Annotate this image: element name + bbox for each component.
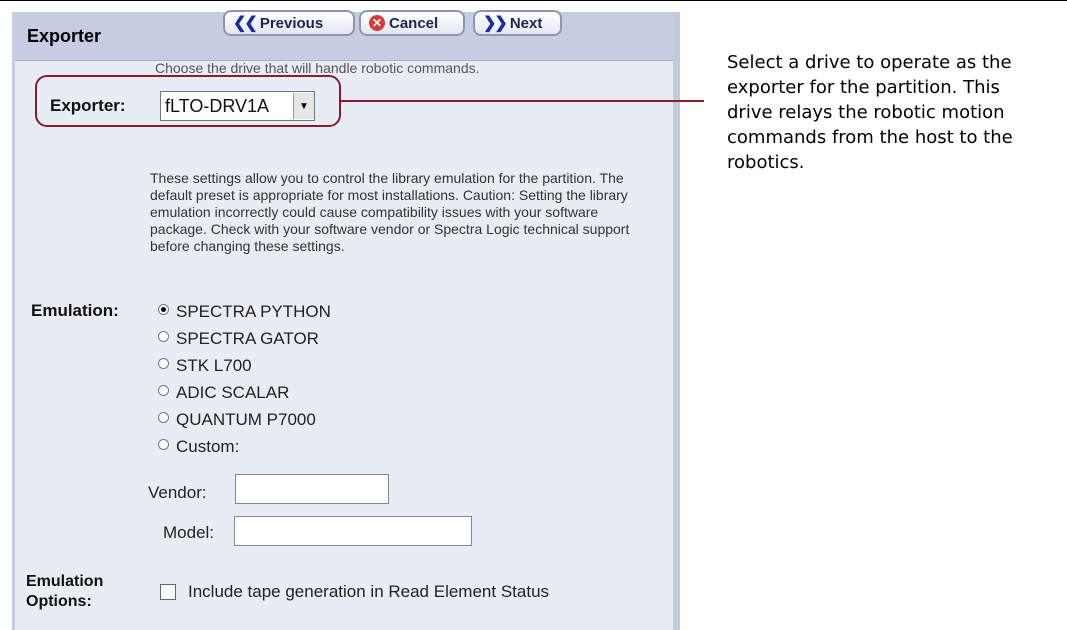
- emulation-options-label: Emulation Options:: [26, 572, 103, 612]
- radio-spectra-python[interactable]: SPECTRA PYTHON: [158, 302, 331, 322]
- panel-title: Exporter: [27, 26, 102, 46]
- radio-button[interactable]: [158, 438, 169, 450]
- vendor-input[interactable]: [235, 474, 389, 504]
- radio-custom[interactable]: Custom:: [158, 437, 239, 457]
- previous-button[interactable]: ❮❮ Previous: [223, 10, 355, 36]
- exporter-label: Exporter:: [50, 96, 126, 115]
- radio-button[interactable]: [158, 330, 169, 342]
- radio-button[interactable]: [158, 384, 169, 396]
- radio-label: ADIC SCALAR: [176, 383, 290, 402]
- model-label: Model:: [163, 523, 215, 542]
- double-chevron-left-icon: ❮❮: [233, 15, 258, 32]
- tape-generation-checkbox[interactable]: [160, 584, 176, 600]
- cancel-icon: ✕: [369, 15, 385, 31]
- callout-leader-line: [341, 100, 704, 102]
- double-chevron-right-icon: ❯❯: [483, 15, 508, 32]
- emulation-label: Emulation:: [31, 301, 119, 320]
- radio-stk-l700[interactable]: STK L700: [158, 356, 252, 376]
- radio-label: Custom:: [176, 437, 240, 456]
- radio-spectra-gator[interactable]: SPECTRA GATOR: [158, 329, 319, 349]
- exporter-hint: Choose the drive that will handle roboti…: [155, 60, 480, 76]
- top-rule: [0, 0, 1067, 1]
- tape-generation-checkbox-label: Include tape generation in Read Element …: [188, 582, 550, 601]
- model-input[interactable]: [234, 516, 472, 546]
- emulation-description: These settings allow you to control the …: [150, 170, 630, 254]
- next-button[interactable]: ❯❯ Next: [473, 10, 562, 36]
- emulation-options-label-line2: Options:: [26, 593, 92, 610]
- radio-adic-scalar[interactable]: ADIC SCALAR: [158, 383, 289, 403]
- exporter-select[interactable]: fLTO-DRV1A ▼: [160, 91, 315, 121]
- radio-button[interactable]: [158, 411, 169, 423]
- radio-label: SPECTRA PYTHON: [176, 302, 331, 321]
- radio-label: STK L700: [176, 356, 252, 375]
- emulation-options-label-line1: Emulation: [26, 573, 104, 590]
- next-button-label: Next: [509, 14, 543, 32]
- cancel-button[interactable]: ✕ Cancel: [359, 10, 465, 36]
- cancel-button-label: Cancel: [389, 14, 439, 32]
- callout-text: Select a drive to operate as the exporte…: [727, 52, 1013, 173]
- vendor-label: Vendor:: [148, 483, 207, 502]
- radio-button[interactable]: [158, 357, 169, 369]
- previous-button-label: Previous: [259, 14, 324, 32]
- chevron-down-icon[interactable]: ▼: [293, 93, 314, 119]
- radio-label: SPECTRA GATOR: [176, 329, 319, 348]
- radio-label: QUANTUM P7000: [176, 410, 316, 429]
- exporter-select-value: fLTO-DRV1A: [165, 95, 270, 116]
- radio-quantum-p7000[interactable]: QUANTUM P7000: [158, 410, 316, 430]
- radio-button[interactable]: [158, 303, 169, 315]
